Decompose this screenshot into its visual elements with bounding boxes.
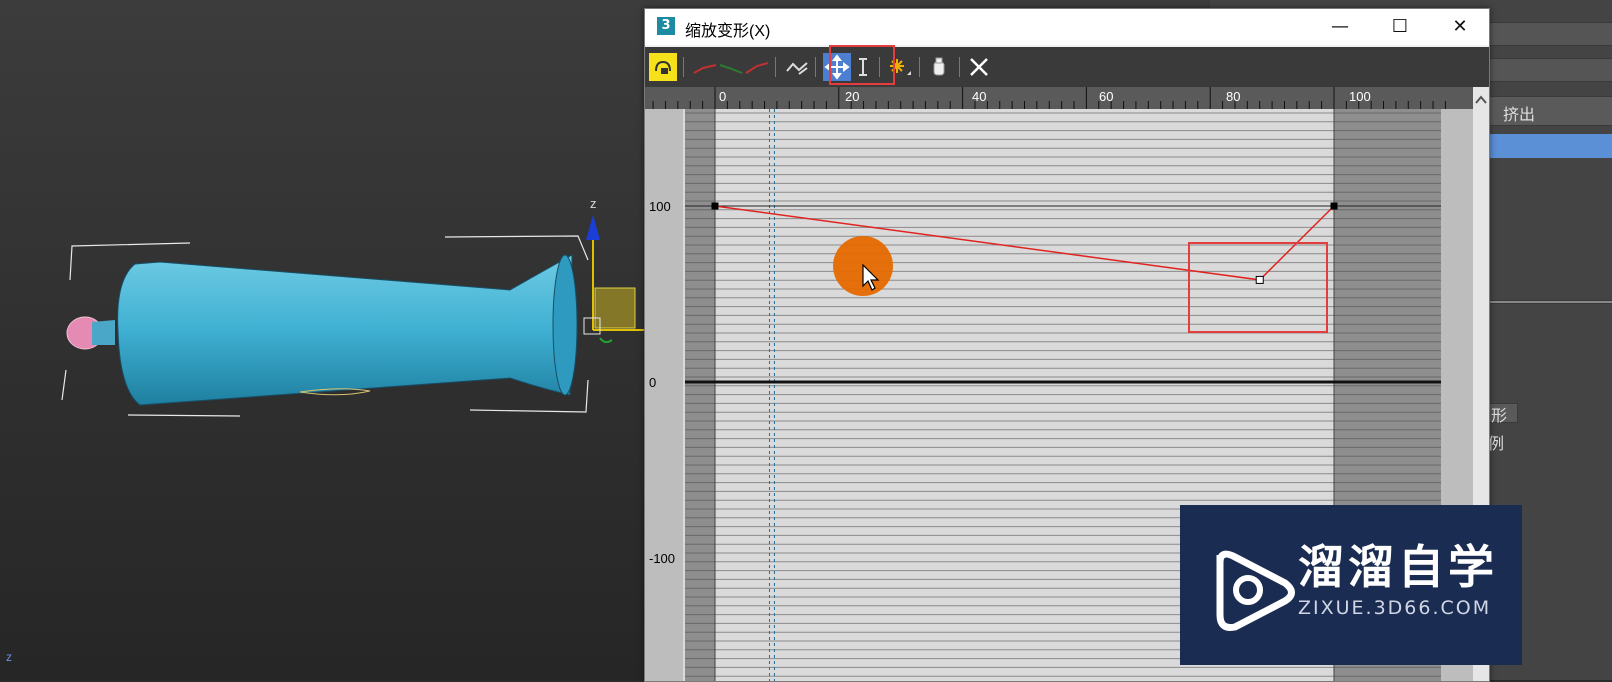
scroll-up-arrow-icon[interactable]	[1473, 91, 1489, 111]
selected-modifier-item[interactable]	[1470, 134, 1612, 158]
corner-axis-label: z	[6, 650, 12, 664]
dialog-title: 缩放变形(X)	[685, 23, 771, 40]
watermark-brand: 溜溜自学	[1298, 540, 1498, 594]
swap-curves-icon[interactable]	[783, 53, 811, 81]
curve-end-point	[711, 202, 719, 210]
command-panel-field[interactable]	[1470, 58, 1612, 82]
control-point-highlight	[1188, 242, 1328, 333]
maximize-button[interactable]: ☐	[1371, 9, 1429, 45]
y-axis-label: 100	[649, 199, 671, 214]
watermark-url: ZIXUE.3D66.COM	[1298, 597, 1492, 619]
watermark: 溜溜自学 ZIXUE.3D66.COM	[1180, 505, 1522, 665]
delete-control-point-icon[interactable]	[925, 53, 953, 81]
ruler-tick-label: 80	[1226, 89, 1241, 104]
display-xy-axes-icon[interactable]	[743, 53, 771, 81]
app-icon: 3	[657, 17, 675, 35]
toolbar-separator	[775, 57, 776, 77]
y-axis-label: -100	[649, 551, 676, 566]
move-gizmo	[583, 215, 644, 344]
minimize-button[interactable]: —	[1311, 9, 1369, 45]
ruler-tick-label: 0	[719, 89, 727, 104]
curve-end-point	[1330, 202, 1338, 210]
close-button[interactable]: ✕	[1431, 9, 1489, 45]
toolbar-separator	[683, 57, 684, 77]
mouse-cursor-icon	[862, 264, 880, 291]
extruded-shape	[66, 254, 578, 406]
y-axis-label: 0	[649, 375, 657, 390]
command-panel-field[interactable]	[1470, 22, 1612, 46]
reset-curve-icon[interactable]	[965, 53, 993, 81]
display-y-axis-icon[interactable]	[717, 53, 745, 81]
toolbar-separator	[959, 57, 960, 77]
lock-aspect-icon[interactable]	[649, 53, 677, 81]
axis-z-label: z	[590, 196, 597, 211]
toolbar-separator	[919, 57, 920, 77]
deformation-toolbar	[645, 47, 1489, 87]
ruler-tick-label: 60	[1099, 89, 1114, 104]
x-axis-ruler: 0 20 40 60 80 100	[645, 87, 1473, 109]
toolbar-separator	[815, 57, 816, 77]
ruler-tick-label: 40	[972, 89, 987, 104]
ruler-tick-label: 100	[1349, 89, 1371, 104]
panel-divider	[1472, 300, 1612, 304]
extrude-list-item[interactable]: 挤出	[1470, 96, 1612, 126]
watermark-logo-icon	[1216, 550, 1295, 631]
ruler-tick-label: 20	[845, 89, 860, 104]
move-tool-highlight	[829, 45, 895, 85]
extrude-label: 挤出	[1503, 107, 1536, 124]
y-label-gutter	[645, 109, 683, 681]
display-x-axis-icon[interactable]	[691, 53, 719, 81]
dialog-titlebar[interactable]: 3 缩放变形(X) — ☐ ✕	[645, 9, 1489, 45]
